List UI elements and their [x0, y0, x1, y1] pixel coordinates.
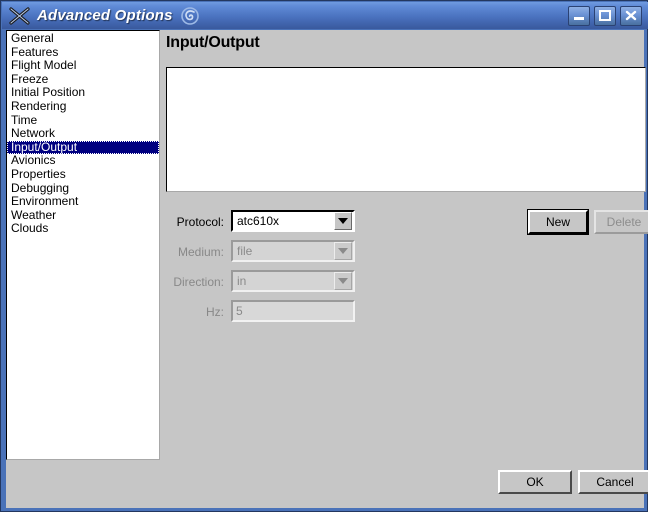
direction-value: in: [237, 274, 247, 288]
hz-label: Hz:: [206, 305, 224, 319]
sidebar-item-clouds[interactable]: Clouds: [7, 222, 159, 236]
hz-input: 5: [231, 300, 355, 322]
close-icon: [621, 7, 641, 25]
maximize-icon: [595, 7, 615, 25]
medium-select: file: [231, 240, 355, 262]
sidebar-item-network[interactable]: Network: [7, 127, 159, 141]
sidebar-item-general[interactable]: General: [7, 31, 159, 46]
page-title: Input/Output: [166, 34, 260, 51]
protocol-label: Protocol:: [176, 215, 224, 229]
window-title: Advanced Options: [37, 7, 173, 24]
chevron-down-icon: [334, 272, 352, 290]
sidebar-item-features[interactable]: Features: [7, 45, 159, 60]
maximize-button[interactable]: [594, 5, 616, 26]
direction-row: Direction: in: [160, 270, 644, 300]
sidebar-item-input-output[interactable]: Input/Output: [7, 140, 159, 155]
delete-button: Delete: [594, 210, 648, 234]
close-button[interactable]: [620, 5, 642, 26]
sidebar-item-environment[interactable]: Environment: [7, 195, 159, 209]
chevron-down-icon[interactable]: [334, 212, 352, 230]
medium-value: file: [237, 244, 253, 258]
input-output-panel: Input/Output Protocol: atc610x Medium: f…: [160, 30, 648, 508]
sidebar-item-initial-position[interactable]: Initial Position: [7, 86, 159, 100]
category-list[interactable]: General Features Flight Model Freeze Ini…: [6, 30, 160, 460]
sidebar-item-properties[interactable]: Properties: [7, 167, 159, 182]
spiral-swirl-icon: [179, 6, 201, 26]
sidebar-item-freeze[interactable]: Freeze: [7, 72, 159, 87]
medium-row: Medium: file: [160, 240, 644, 270]
sidebar-item-avionics[interactable]: Avionics: [7, 154, 159, 168]
footer-divider: [160, 456, 644, 458]
sidebar-item-time[interactable]: Time: [7, 113, 159, 128]
protocol-value: atc610x: [237, 214, 280, 228]
medium-label: Medium:: [177, 245, 224, 259]
sidebar-item-flight-model[interactable]: Flight Model: [7, 59, 159, 73]
protocol-select[interactable]: atc610x: [231, 210, 355, 232]
direction-label: Direction:: [173, 275, 224, 289]
minimize-icon: [569, 7, 589, 25]
io-entries-list[interactable]: [166, 67, 646, 192]
ok-button[interactable]: OK: [498, 470, 572, 494]
hz-row: Hz: 5: [160, 300, 644, 330]
advanced-options-window: Advanced Options General Features Flight…: [0, 0, 648, 512]
new-button[interactable]: New: [528, 210, 588, 234]
dialog-client-area: General Features Flight Model Freeze Ini…: [6, 30, 648, 508]
sidebar-item-rendering[interactable]: Rendering: [7, 99, 159, 114]
direction-select: in: [231, 270, 355, 292]
x-cross-icon: [7, 5, 33, 27]
sidebar-item-weather[interactable]: Weather: [7, 208, 159, 223]
sidebar-item-debugging[interactable]: Debugging: [7, 181, 159, 196]
chevron-down-icon: [334, 242, 352, 260]
minimize-button[interactable]: [568, 5, 590, 26]
window-titlebar[interactable]: Advanced Options: [2, 2, 648, 29]
cancel-button[interactable]: Cancel: [578, 470, 648, 494]
